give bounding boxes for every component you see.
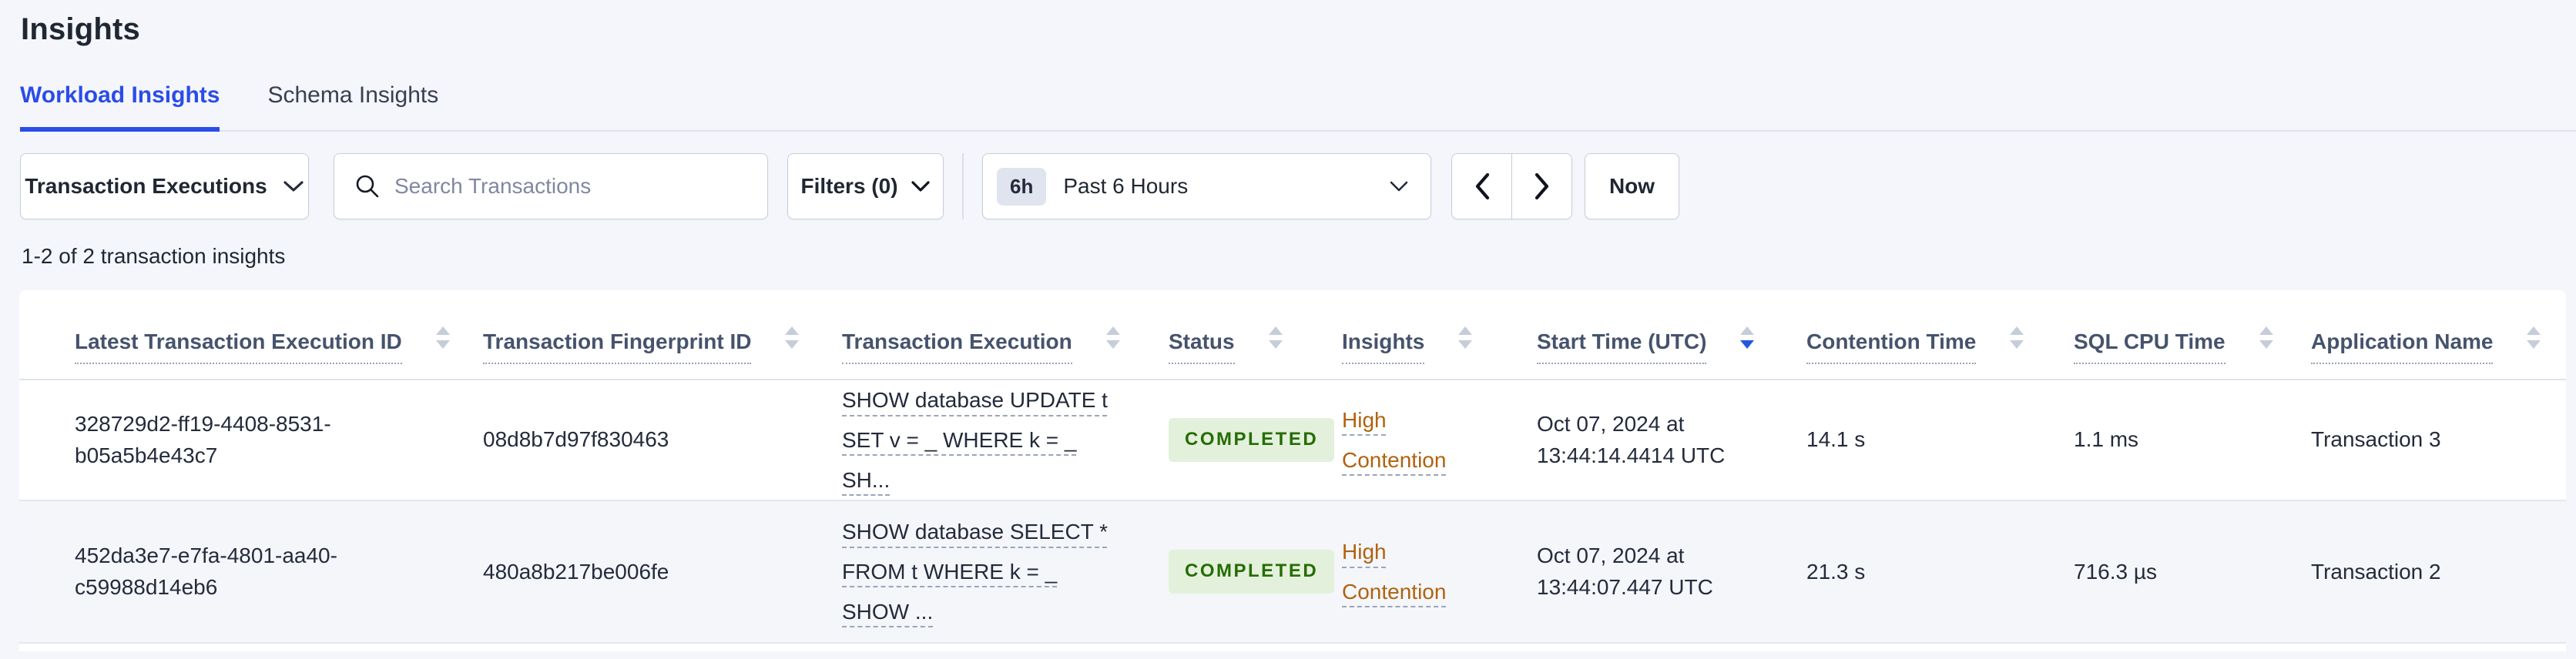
contention-time-cell: 14.1 s [1806,427,1866,452]
next-range-button[interactable] [1511,153,1572,219]
column-header-sql-cpu-time[interactable]: SQL CPU Time [2051,290,2288,380]
time-range-picker[interactable]: 6h Past 6 Hours [982,153,1431,219]
application-name-cell: Transaction 3 [2311,427,2441,452]
column-header-start-time[interactable]: Start Time (UTC) [1514,290,1783,380]
tab-schema-insights[interactable]: Schema Insights [267,82,438,132]
column-header-application-name[interactable]: Application Name [2288,290,2566,380]
sort-icon[interactable] [435,326,450,349]
sort-icon[interactable] [1268,326,1283,349]
toolbar-divider [962,153,964,219]
tab-bar: Workload Insights Schema Insights [20,82,2576,132]
now-button[interactable]: Now [1585,153,1679,219]
start-time-cell: Oct 07, 2024 at 13:44:07.447 UTC [1537,544,1713,599]
chevron-down-icon [1389,180,1409,192]
sql-cpu-time-cell: 716.3 µs [2074,559,2157,584]
insights-cell: High Contention [1319,380,1514,500]
transaction-execution-link[interactable]: SHOW database SELECT * FROM t WHERE k = … [842,520,1108,624]
sql-cpu-time-cell: 1.1 ms [2074,427,2139,452]
column-header-latest-transaction-execution-id[interactable]: Latest Transaction Execution ID [19,290,460,380]
table-header-row: Latest Transaction Execution ID Transact… [19,290,2566,380]
insights-table-card: Latest Transaction Execution ID Transact… [19,290,2566,651]
fingerprint-id-cell: 08d8b7d97f830463 [483,427,669,452]
status-cell: COMPLETED [1145,380,1335,500]
latest-execution-id-cell: 452da3e7-e7fa-4801-aa40-c59988d14eb6 [75,544,337,599]
table-row: 328729d2-ff19-4408-8531-b05a5b4e43c7 08d… [19,380,2566,501]
application-name-cell: Transaction 2 [2311,559,2441,584]
status-badge: COMPLETED [1169,550,1335,594]
toolbar: Transaction Executions Filters (0) 6h Pa… [20,153,2576,219]
search-icon [354,173,381,199]
chevron-left-icon [1474,172,1491,200]
page-title: Insights [21,12,140,46]
sort-icon[interactable] [1458,326,1473,349]
status-cell: COMPLETED [1145,500,1335,643]
transaction-insights-table: Latest Transaction Execution ID Transact… [19,290,2566,644]
sort-icon[interactable] [785,326,800,349]
time-range-pager [1451,153,1572,219]
high-contention-link[interactable]: High Contention [1342,408,1446,472]
sort-icon[interactable] [2527,326,2541,349]
latest-execution-id-cell: 328729d2-ff19-4408-8531-b05a5b4e43c7 [75,412,331,467]
column-header-insights[interactable]: Insights [1319,290,1514,380]
search-input[interactable] [394,174,747,199]
fingerprint-id-cell: 480a8b217be006fe [483,559,669,584]
contention-time-cell: 21.3 s [1806,559,1866,584]
results-count: 1-2 of 2 transaction insights [22,244,286,268]
transaction-execution-cell: SHOW database UPDATE t SET v = _ WHERE k… [819,380,1145,500]
time-range-label: Past 6 Hours [1063,174,1189,198]
start-time-cell: Oct 07, 2024 at 13:44:14.4414 UTC [1537,412,1726,467]
column-header-transaction-fingerprint-id[interactable]: Transaction Fingerprint ID [460,290,819,380]
filters-label: Filters (0) [800,174,898,198]
search-box[interactable] [334,153,768,219]
high-contention-link[interactable]: High Contention [1342,540,1446,604]
transaction-execution-link[interactable]: SHOW database UPDATE t SET v = _ WHERE k… [842,388,1108,492]
sort-icon[interactable] [1105,326,1120,349]
table-row: 452da3e7-e7fa-4801-aa40-c59988d14eb6 480… [19,500,2566,644]
insights-cell: High Contention [1319,500,1514,643]
filters-button[interactable]: Filters (0) [787,153,944,219]
transaction-execution-cell: SHOW database SELECT * FROM t WHERE k = … [819,500,1145,643]
time-range-badge: 6h [997,167,1047,206]
previous-range-button[interactable] [1451,153,1512,219]
column-header-transaction-execution[interactable]: Transaction Execution [819,290,1145,380]
column-header-contention-time[interactable]: Contention Time [1783,290,2051,380]
workload-type-selector[interactable]: Transaction Executions [20,153,309,219]
chevron-down-icon [911,180,931,192]
chevron-down-icon [283,179,304,193]
tab-workload-insights[interactable]: Workload Insights [20,82,220,132]
column-header-status[interactable]: Status [1145,290,1319,380]
status-badge: COMPLETED [1169,418,1335,463]
page-header: Insights [0,0,2576,47]
workload-type-label: Transaction Executions [25,174,267,198]
chevron-right-icon [1534,172,1551,200]
sort-icon[interactable] [2259,326,2273,349]
sort-icon[interactable] [2010,326,2024,349]
sort-icon-active-desc[interactable] [1740,326,1755,349]
